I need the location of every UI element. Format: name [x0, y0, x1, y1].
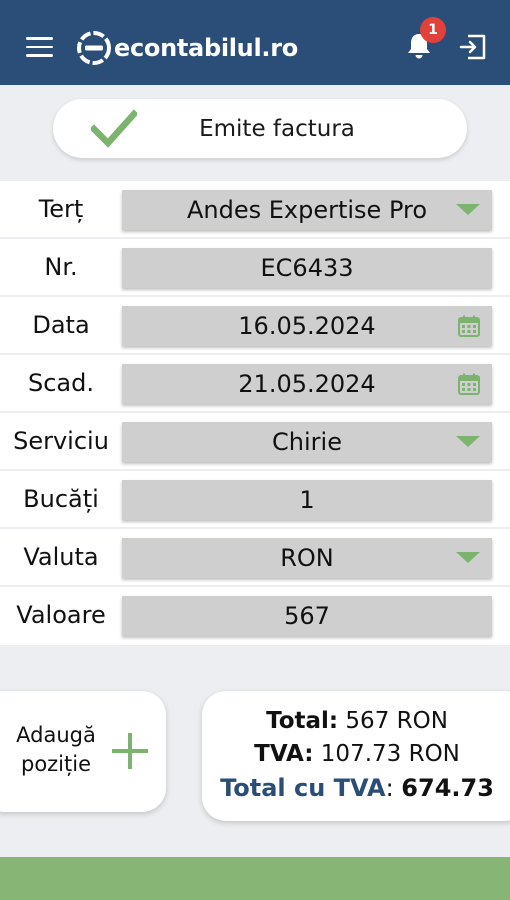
row-valuta: Valuta RON — [0, 529, 510, 587]
notification-badge[interactable]: 1 — [420, 17, 446, 43]
service-select[interactable]: Chirie — [122, 422, 492, 462]
scad-label: Scad. — [28, 369, 94, 397]
top-bar: econtabilul.ro 1 — [0, 0, 510, 85]
currency-value: RON — [280, 544, 334, 572]
add-position-line1: Adaugă — [16, 723, 96, 747]
tert-select[interactable]: Andes Expertise Pro — [122, 190, 492, 230]
dropdown-arrow-icon — [456, 552, 480, 563]
nr-value: EC6433 — [260, 254, 354, 282]
row-scad: Scad. 21.05.2024 — [0, 355, 510, 413]
add-position-button[interactable]: Adaugă poziție — [0, 691, 166, 812]
totals-card: Total: 567 RON TVA: 107.73 RON Total cu … — [202, 691, 510, 821]
tert-label: Terț — [38, 195, 84, 223]
total-with-tva-line: Total cu TVA: 674.73 — [202, 774, 510, 802]
quantity-value: 1 — [299, 486, 315, 514]
data-label: Data — [32, 311, 90, 339]
serviciu-label: Serviciu — [13, 427, 109, 455]
nr-input[interactable]: EC6433 — [122, 248, 492, 288]
menu-icon[interactable] — [26, 37, 53, 59]
row-bucati: Bucăți 1 — [0, 471, 510, 529]
emit-invoice-label: Emite factura — [199, 115, 355, 142]
tva-label: TVA: — [254, 741, 314, 767]
tert-value: Andes Expertise Pro — [186, 196, 428, 224]
calendar-icon[interactable] — [457, 314, 481, 338]
plus-icon — [112, 733, 148, 769]
bottom-bar — [0, 857, 510, 900]
amount-input[interactable]: 567 — [122, 596, 492, 636]
row-valoare: Valoare 567 — [0, 587, 510, 645]
currency-select[interactable]: RON — [122, 538, 492, 578]
tva-line: TVA: 107.73 RON — [202, 741, 510, 767]
valoare-label: Valoare — [16, 601, 106, 629]
logo-icon — [77, 31, 111, 65]
dropdown-arrow-icon — [456, 204, 480, 215]
due-date-value: 21.05.2024 — [238, 370, 376, 398]
add-position-line2: poziție — [20, 752, 92, 776]
row-data: Data 16.05.2024 — [0, 297, 510, 355]
valuta-label: Valuta — [23, 543, 99, 571]
row-tert: Terț Andes Expertise Pro — [0, 181, 510, 239]
emit-invoice-button[interactable]: Emite factura — [53, 99, 467, 158]
total-label: Total: — [266, 708, 339, 734]
row-serviciu: Serviciu Chirie — [0, 413, 510, 471]
total-tva-colon: : — [385, 774, 394, 802]
date-value: 16.05.2024 — [238, 312, 376, 340]
quantity-input[interactable]: 1 — [122, 480, 492, 520]
amount-value: 567 — [284, 602, 330, 630]
tva-value: 107.73 RON — [320, 741, 460, 767]
total-line: Total: 567 RON — [202, 708, 510, 734]
invoice-form: Terț Andes Expertise Pro Nr. EC6433 Data… — [0, 181, 510, 645]
add-position-label: Adaugă poziție — [6, 721, 106, 779]
logout-icon[interactable] — [458, 33, 488, 61]
total-value: 567 RON — [345, 708, 448, 734]
nr-label: Nr. — [44, 253, 78, 281]
service-value: Chirie — [272, 428, 342, 456]
dropdown-arrow-icon — [456, 436, 480, 447]
app-logo[interactable]: econtabilul.ro — [76, 28, 298, 68]
total-tva-value: 674.73 — [401, 774, 494, 802]
date-input[interactable]: 16.05.2024 — [122, 306, 492, 346]
due-date-input[interactable]: 21.05.2024 — [122, 364, 492, 404]
logo-text: econtabilul.ro — [114, 34, 298, 62]
bucati-label: Bucăți — [23, 485, 99, 513]
calendar-icon[interactable] — [457, 372, 481, 396]
row-nr: Nr. EC6433 — [0, 239, 510, 297]
total-tva-label: Total cu TVA — [220, 774, 386, 802]
